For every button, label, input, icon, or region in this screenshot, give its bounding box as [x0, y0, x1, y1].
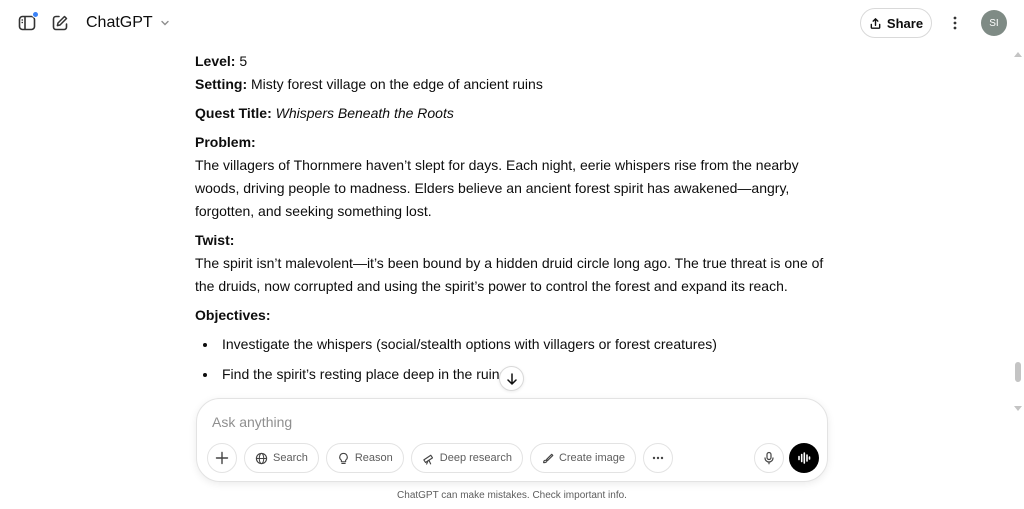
notification-dot	[32, 11, 39, 18]
plus-icon	[215, 451, 229, 465]
level-label: Level:	[195, 53, 236, 69]
prompt-input[interactable]	[212, 411, 772, 433]
microphone-icon	[764, 451, 774, 465]
top-bar: ChatGPT Share SI	[0, 0, 1024, 46]
problem-label: Problem:	[195, 134, 256, 150]
quest-value: Whispers Beneath the Roots	[275, 105, 454, 121]
lightbulb-icon	[339, 452, 348, 464]
level-line: Level: 5	[195, 50, 825, 73]
new-chat-icon	[52, 15, 68, 31]
model-selector[interactable]: ChatGPT	[80, 10, 177, 36]
search-button[interactable]: Search	[244, 443, 319, 473]
objectives-heading: Objectives:	[195, 304, 825, 327]
ellipsis-icon	[652, 456, 664, 460]
more-options-button[interactable]	[940, 8, 970, 38]
create-image-button[interactable]: Create image	[529, 443, 636, 473]
create-image-label: Create image	[558, 452, 625, 464]
setting-value: Misty forest village on the edge of anci…	[247, 76, 543, 92]
scroll-up-arrow[interactable]	[1014, 52, 1022, 57]
dictate-button[interactable]	[754, 443, 784, 473]
chevron-down-icon	[160, 20, 169, 26]
sidebar-toggle-button[interactable]	[12, 8, 42, 38]
scroll-down-arrow[interactable]	[1014, 406, 1022, 411]
level-value: 5	[235, 53, 248, 69]
composer-toolbar: Search Reason Deep research Create image	[207, 443, 673, 473]
more-vertical-icon	[953, 16, 957, 30]
quest-title-line: Quest Title: Whispers Beneath the Roots	[195, 102, 825, 125]
reason-label: Reason	[354, 452, 393, 464]
objectives-label: Objectives:	[195, 307, 271, 323]
composer: Search Reason Deep research Create image	[196, 398, 828, 482]
quest-label: Quest Title:	[195, 105, 272, 121]
share-icon	[870, 17, 881, 29]
scrollbar[interactable]	[1012, 46, 1024, 418]
setting-line: Setting: Misty forest village on the edg…	[195, 73, 825, 96]
problem-text: The villagers of Thornmere haven’t slept…	[195, 157, 799, 219]
scroll-to-bottom-button[interactable]	[499, 366, 524, 391]
globe-icon	[255, 452, 268, 464]
twist-heading: Twist:	[195, 229, 825, 252]
brush-icon	[542, 453, 554, 463]
attach-button[interactable]	[207, 443, 237, 473]
deep-research-button[interactable]: Deep research	[410, 443, 523, 473]
twist-text: The spirit isn’t malevolent—it’s been bo…	[195, 255, 824, 294]
twist-label: Twist:	[195, 232, 235, 248]
voice-wave-icon	[798, 452, 811, 464]
share-button[interactable]: Share	[860, 8, 932, 38]
avatar[interactable]: SI	[981, 10, 1007, 36]
problem-heading: Problem:	[195, 131, 825, 154]
new-chat-button[interactable]	[45, 8, 75, 38]
search-label: Search	[273, 452, 308, 464]
deep-research-label: Deep research	[439, 452, 512, 464]
reason-button[interactable]: Reason	[325, 443, 404, 473]
share-label: Share	[886, 15, 924, 31]
more-tools-button[interactable]	[642, 443, 673, 473]
arrow-down-icon	[506, 372, 517, 385]
disclaimer: ChatGPT can make mistakes. Check importa…	[397, 490, 627, 501]
list-item: Investigate the whispers (social/stealth…	[195, 333, 825, 356]
model-name: ChatGPT	[86, 14, 153, 31]
scroll-thumb[interactable]	[1015, 362, 1021, 382]
telescope-icon	[423, 454, 433, 465]
voice-mode-button[interactable]	[789, 443, 819, 473]
assistant-message: Level: 5 Setting: Misty forest village o…	[195, 50, 825, 393]
setting-label: Setting:	[195, 76, 248, 92]
